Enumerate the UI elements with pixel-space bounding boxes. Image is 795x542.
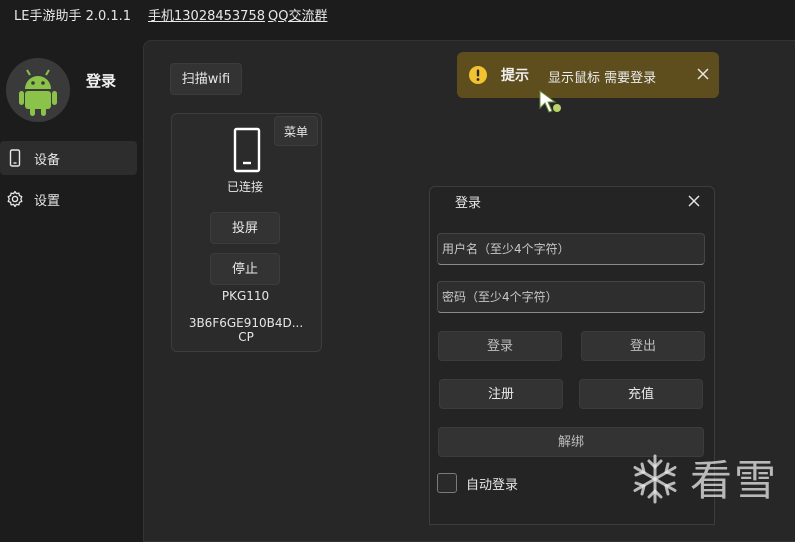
gear-icon xyxy=(7,190,23,208)
sidebar-login-label[interactable]: 登录 xyxy=(86,70,116,91)
device-serial: 3B6F6GE910B4D... CP xyxy=(176,316,316,344)
toast-message: 显示鼠标 需要登录 xyxy=(548,71,657,86)
snowflake-icon xyxy=(633,454,677,504)
recharge-button[interactable]: 充值 xyxy=(579,379,703,409)
device-status: 已连接 xyxy=(226,180,263,194)
sidebar-item-devices[interactable]: 设备 xyxy=(0,141,137,175)
phone-device-icon xyxy=(233,127,261,173)
password-input[interactable] xyxy=(437,281,705,313)
phone-link[interactable]: 手机13028453758 xyxy=(148,5,265,24)
mouse-cursor-icon xyxy=(539,90,561,113)
phone-icon xyxy=(9,149,21,167)
device-serial-number: 3B6F6GE910B4D... xyxy=(188,316,304,330)
auto-login-label: 自动登录 xyxy=(466,478,519,493)
app-title: LE手游助手 2.0.1.1 xyxy=(14,9,132,24)
watermark-text: 看雪 xyxy=(690,456,779,505)
register-button[interactable]: 注册 xyxy=(439,379,563,409)
close-icon[interactable] xyxy=(684,191,704,211)
logout-button[interactable]: 登出 xyxy=(581,331,705,361)
stop-button[interactable]: 停止 xyxy=(210,253,280,285)
device-serial-suffix: CP xyxy=(238,330,254,344)
login-button[interactable]: 登录 xyxy=(438,331,562,361)
warning-icon xyxy=(469,66,487,84)
dialog-title: 登录 xyxy=(455,196,482,211)
auto-login-checkbox[interactable] xyxy=(437,473,457,493)
sidebar-item-label: 设置 xyxy=(34,194,61,209)
toast-notification: 提示 显示鼠标 需要登录 xyxy=(457,52,719,98)
toast-title: 提示 xyxy=(501,68,529,84)
sidebar-item-label: 设备 xyxy=(34,153,61,168)
android-icon xyxy=(19,69,57,116)
cast-screen-button[interactable]: 投屏 xyxy=(210,212,280,244)
username-input[interactable] xyxy=(437,233,705,265)
qq-group-link[interactable]: QQ交流群 xyxy=(268,5,327,24)
scan-wifi-button[interactable]: 扫描wifi xyxy=(170,63,242,95)
title-bar: LE手游助手 2.0.1.1 手机13028453758 QQ交流群 xyxy=(0,0,795,30)
device-model: PKG110 xyxy=(221,289,270,303)
sidebar-item-settings[interactable]: 设置 xyxy=(0,182,137,216)
avatar[interactable] xyxy=(6,58,70,122)
close-icon[interactable] xyxy=(693,64,713,84)
device-menu-button[interactable]: 菜单 xyxy=(274,116,318,146)
